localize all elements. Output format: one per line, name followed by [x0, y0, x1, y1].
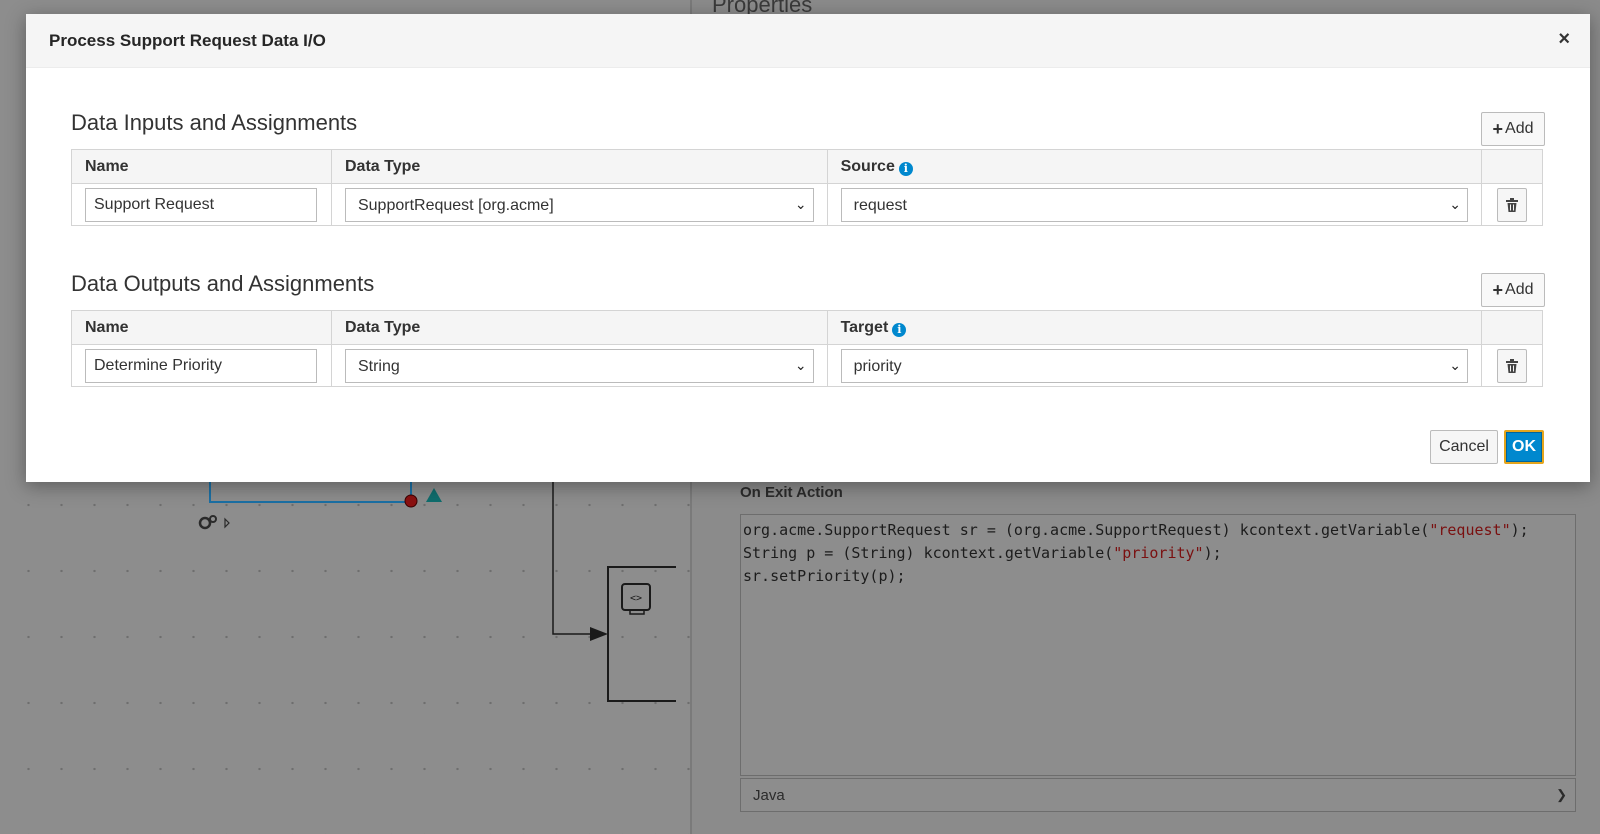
info-icon[interactable]: i	[892, 322, 907, 337]
input-name-field[interactable]	[85, 187, 317, 222]
add-output-button[interactable]: + Add	[1481, 273, 1545, 307]
code-text: String p = (String) kcontext.getVariable…	[743, 544, 1114, 562]
close-icon[interactable]: ×	[1558, 28, 1570, 51]
chevron-down-icon: ⌄	[1449, 195, 1461, 212]
gears-icon	[198, 515, 230, 530]
table-row: String ⌄ priority ⌄	[71, 344, 1544, 387]
add-input-button[interactable]: + Add	[1481, 112, 1545, 146]
info-icon[interactable]: i	[898, 161, 913, 176]
script-task-node	[607, 566, 676, 702]
output-target-select[interactable]: priority ⌄	[840, 348, 1468, 383]
plus-icon: +	[1492, 118, 1504, 139]
code-line: String p = (String) kcontext.getVariable…	[743, 542, 1573, 565]
plus-icon: +	[1492, 279, 1504, 300]
script-language-value: Java	[753, 787, 785, 804]
input-source-select[interactable]: request ⌄	[840, 187, 1468, 222]
outputs-section-title: Data Outputs and Assignments	[71, 271, 375, 296]
code-text: org.acme.SupportRequest sr = (org.acme.S…	[743, 521, 1430, 539]
input-type-value: SupportRequest [org.acme]	[357, 196, 554, 214]
svg-text:<>: <>	[630, 593, 642, 604]
cancel-button[interactable]: Cancel	[1430, 430, 1498, 464]
col-actions-header	[1480, 149, 1544, 184]
source-header-label: Source	[840, 157, 895, 175]
add-input-label: Add	[1505, 120, 1534, 137]
sequence-flow	[552, 482, 598, 635]
data-io-dialog: Process Support Request Data I/O × Data …	[26, 14, 1590, 482]
inputs-header-row: Name Data Type Source i	[71, 149, 1544, 184]
script-language-select[interactable]: Java ❯	[740, 778, 1576, 812]
connector-handle	[426, 488, 442, 502]
add-output-label: Add	[1505, 281, 1534, 298]
col-target-header: Target i	[826, 310, 1482, 345]
ok-button[interactable]: OK	[1504, 430, 1544, 464]
input-source-value: request	[853, 196, 907, 214]
col-type-header: Data Type	[330, 310, 828, 345]
col-source-header: Source i	[826, 149, 1482, 184]
inputs-table: Name Data Type Sourcei SupportRequest [o…	[71, 149, 1544, 226]
inputs-section-title: Data Inputs and Assignments	[71, 110, 358, 135]
trash-icon	[1505, 358, 1518, 373]
col-actions-header	[1480, 310, 1544, 345]
target-header-label: Target	[840, 318, 889, 336]
trash-icon	[1505, 197, 1518, 212]
code-string-literal: "request"	[1429, 521, 1511, 539]
col-type-header: Data Type	[330, 149, 828, 184]
boundary-event	[404, 494, 418, 508]
chevron-down-icon: ⌄	[1449, 356, 1461, 373]
input-type-select[interactable]: SupportRequest [org.acme] ⌄	[344, 187, 814, 222]
flow-arrowhead	[590, 627, 608, 641]
output-target-value: priority	[853, 357, 902, 375]
table-row: SupportRequest [org.acme] ⌄ request ⌄	[71, 183, 1544, 226]
col-name-header: Name	[71, 310, 332, 345]
delete-output-button[interactable]	[1496, 348, 1527, 383]
code-text: );	[1203, 544, 1222, 562]
code-text: );	[1510, 521, 1529, 539]
dialog-header: Process Support Request Data I/O ×	[26, 14, 1590, 68]
code-line: sr.setPriority(p);	[743, 565, 1573, 588]
output-name-field[interactable]	[85, 348, 317, 383]
output-type-select[interactable]: String ⌄	[344, 348, 814, 383]
on-exit-action-editor[interactable]: org.acme.SupportRequest sr = (org.acme.S…	[740, 514, 1576, 776]
script-icon: <>	[621, 583, 651, 615]
delete-input-button[interactable]	[1496, 187, 1527, 222]
dialog-title: Process Support Request Data I/O	[49, 31, 326, 50]
outputs-header-row: Name Data Type Target i	[71, 310, 1544, 345]
chevron-down-icon: ⌄	[794, 356, 807, 373]
code-line: org.acme.SupportRequest sr = (org.acme.S…	[743, 519, 1573, 542]
output-type-value: String	[357, 357, 400, 375]
on-exit-action-label: On Exit Action	[740, 484, 843, 501]
code-text: sr.setPriority(p);	[743, 567, 906, 585]
col-name-header: Name	[71, 149, 332, 184]
code-string-literal: "priority"	[1113, 544, 1204, 562]
chevron-down-icon: ⌄	[794, 195, 807, 212]
outputs-table: Name Data Type Targeti String ⌄ priority ⌄	[71, 310, 1544, 387]
chevron-down-icon: ❯	[1556, 787, 1567, 802]
